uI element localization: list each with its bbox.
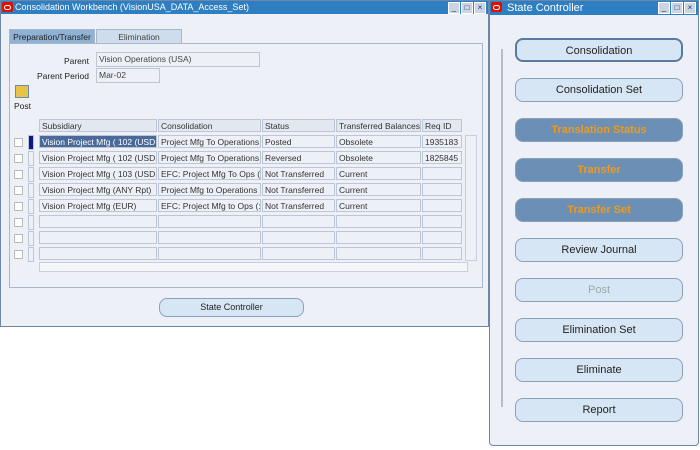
report-button[interactable]: Report <box>515 398 683 422</box>
row-checkbox[interactable] <box>14 154 23 163</box>
table-cell-subsidiary[interactable]: Vision Project Mfg ( 102 (USD <box>39 151 157 164</box>
close-icon[interactable]: × <box>474 2 486 14</box>
row-checkbox[interactable] <box>14 170 23 179</box>
table-cell-consolidation[interactable] <box>158 215 261 228</box>
row-selector[interactable] <box>28 199 34 214</box>
table-cell-status[interactable]: Reversed <box>262 151 335 164</box>
eliminate-button[interactable]: Eliminate <box>515 358 683 382</box>
table-cell-subsidiary[interactable] <box>39 231 157 244</box>
table-cell-transferred-balances[interactable]: Current <box>336 199 421 212</box>
column-header-consolidation[interactable]: Consolidation <box>158 119 261 132</box>
row-checkbox[interactable] <box>14 186 23 195</box>
table-cell-status[interactable] <box>262 247 335 260</box>
row-selector[interactable] <box>28 183 34 198</box>
state-controller-button[interactable]: State Controller <box>159 298 304 317</box>
tab-preparation-transfer[interactable]: Preparation/Transfer <box>9 29 95 44</box>
table-cell-consolidation[interactable]: Project Mfg To Operations <box>158 151 261 164</box>
transfer-set-button[interactable]: Transfer Set <box>515 198 683 222</box>
parent-period-label: Parent Period <box>37 71 89 81</box>
column-header-req-id[interactable]: Req ID <box>422 119 462 132</box>
consolidation-workbench-window: Consolidation Workbench (VisionUSA_DATA_… <box>0 0 489 327</box>
horizontal-scrollbar[interactable] <box>39 262 468 272</box>
parent-period-field[interactable]: Mar-02 <box>96 68 160 83</box>
table-cell-subsidiary[interactable] <box>39 247 157 260</box>
row-selector[interactable] <box>28 167 34 182</box>
row-selector[interactable] <box>28 231 34 246</box>
table-cell-transferred-balances[interactable] <box>336 215 421 228</box>
table-cell-status[interactable] <box>262 231 335 244</box>
maximize-icon[interactable]: □ <box>461 2 473 14</box>
state-controller-window: State Controller _ □ × Consolidation Consol… <box>489 0 699 446</box>
parent-label: Parent <box>63 56 89 66</box>
table-cell-status[interactable]: Not Transferred <box>262 183 335 196</box>
table-cell-consolidation[interactable] <box>158 231 261 244</box>
table-cell-req-id[interactable] <box>422 167 462 180</box>
table-cell-subsidiary[interactable]: Vision Project Mfg ( 102 (USD <box>39 135 157 148</box>
close-icon[interactable]: × <box>684 2 696 14</box>
process-line <box>501 49 503 407</box>
minimize-icon[interactable]: _ <box>448 2 460 14</box>
vertical-scrollbar[interactable] <box>465 135 477 261</box>
row-checkbox[interactable] <box>14 250 23 259</box>
row-selector[interactable] <box>28 151 34 166</box>
column-header-subsidiary[interactable]: Subsidiary <box>39 119 157 132</box>
table-cell-req-id[interactable] <box>422 199 462 212</box>
row-selector[interactable] <box>28 215 34 230</box>
oracle-logo-icon <box>2 2 13 12</box>
row-checkbox[interactable] <box>14 138 23 147</box>
table-cell-req-id[interactable]: 1935183 <box>422 135 462 148</box>
table-cell-transferred-balances[interactable] <box>336 247 421 260</box>
table-cell-subsidiary[interactable]: Vision Project Mfg ( 103 (USD <box>39 167 157 180</box>
minimize-icon[interactable]: _ <box>658 2 670 14</box>
maximize-icon[interactable]: □ <box>671 2 683 14</box>
review-journal-button[interactable]: Review Journal <box>515 238 683 262</box>
window-title: State Controller <box>507 2 584 14</box>
row-selector[interactable] <box>28 135 34 150</box>
table-cell-subsidiary[interactable] <box>39 215 157 228</box>
table-cell-transferred-balances[interactable]: Obsolete <box>336 135 421 148</box>
table-cell-req-id[interactable] <box>422 215 462 228</box>
table-cell-status[interactable]: Posted <box>262 135 335 148</box>
table-cell-subsidiary[interactable]: Vision Project Mfg (EUR) <box>39 199 157 212</box>
table-cell-status[interactable] <box>262 215 335 228</box>
table-cell-status[interactable]: Not Transferred <box>262 199 335 212</box>
row-checkbox[interactable] <box>14 218 23 227</box>
translation-status-button[interactable]: Translation Status <box>515 118 683 142</box>
row-selector[interactable] <box>28 247 34 262</box>
elimination-set-button[interactable]: Elimination Set <box>515 318 683 342</box>
consolidation-set-button[interactable]: Consolidation Set <box>515 78 683 102</box>
row-checkbox[interactable] <box>14 202 23 211</box>
post-button[interactable]: Post <box>515 278 683 302</box>
parent-field[interactable]: Vision Operations (USA) <box>96 52 260 67</box>
transfer-button[interactable]: Transfer <box>515 158 683 182</box>
table-cell-consolidation[interactable]: Project Mfg to Operations <box>158 183 261 196</box>
table-cell-req-id[interactable] <box>422 247 462 260</box>
table-cell-req-id[interactable] <box>422 231 462 244</box>
table-cell-consolidation[interactable]: EFC: Project Mfg to Ops (: <box>158 199 261 212</box>
consolidation-button[interactable]: Consolidation <box>515 38 683 62</box>
window-title: Consolidation Workbench (VisionUSA_DATA_… <box>15 2 249 12</box>
column-header-status[interactable]: Status <box>262 119 335 132</box>
row-checkbox[interactable] <box>14 234 23 243</box>
table-cell-transferred-balances[interactable] <box>336 231 421 244</box>
table-cell-transferred-balances[interactable]: Current <box>336 183 421 196</box>
table-cell-transferred-balances[interactable]: Obsolete <box>336 151 421 164</box>
oracle-logo-icon <box>491 2 502 12</box>
tab-elimination[interactable]: Elimination <box>96 29 182 44</box>
table-cell-status[interactable]: Not Transferred <box>262 167 335 180</box>
title-bar: Consolidation Workbench (VisionUSA_DATA_… <box>1 1 488 14</box>
title-bar: State Controller _ □ × <box>490 1 698 15</box>
table-cell-subsidiary[interactable]: Vision Project Mfg (ANY Rpt) <box>39 183 157 196</box>
column-header-transferred-balances[interactable]: Transferred Balances <box>336 119 421 132</box>
table-cell-req-id[interactable] <box>422 183 462 196</box>
table-cell-consolidation[interactable]: Project Mfg To Operations <box>158 135 261 148</box>
table-cell-consolidation[interactable] <box>158 247 261 260</box>
table-cell-req-id[interactable]: 1825845 <box>422 151 462 164</box>
post-icon[interactable] <box>15 85 29 98</box>
table-cell-transferred-balances[interactable]: Current <box>336 167 421 180</box>
post-label[interactable]: Post <box>14 101 31 111</box>
table-cell-consolidation[interactable]: EFC: Project Mfg To Ops ( <box>158 167 261 180</box>
